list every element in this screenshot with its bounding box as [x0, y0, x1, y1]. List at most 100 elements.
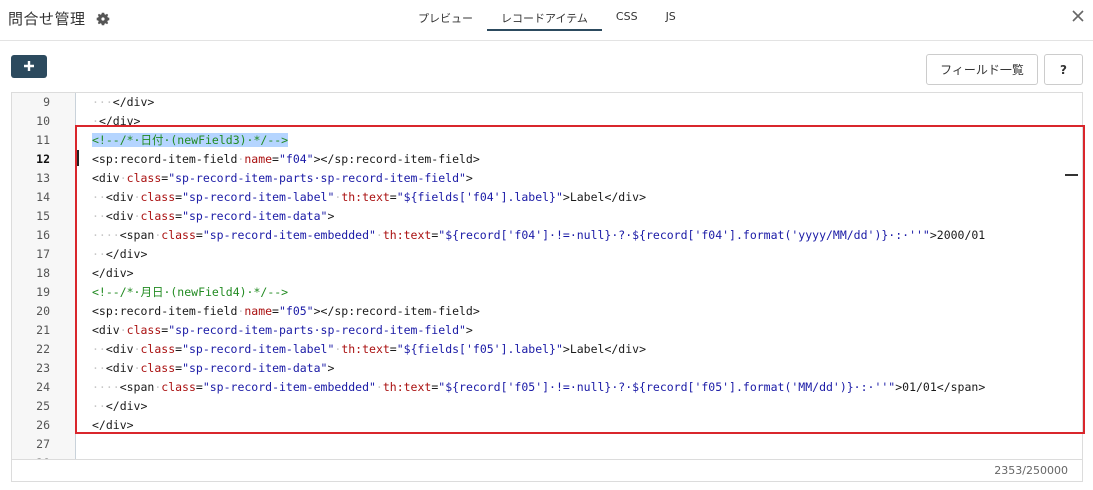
code-token: · — [92, 114, 99, 128]
code-line: ····<span · class="sp-record-item-embedded… — [92, 378, 985, 397]
code-token: "sp-record-item-embedded" — [202, 228, 376, 242]
code-token: <!--/*·日付·(newField3)·*/--> — [92, 133, 289, 147]
code-token: "${fields['f04'].label}" — [396, 190, 563, 204]
header-bar: 問合せ管理 プレビュー レコードアイテム CSS JS — [0, 0, 1093, 41]
code-token: · — [133, 342, 141, 356]
code-token: ··· — [92, 95, 113, 109]
code-token: >2000/01 — [929, 228, 986, 242]
code-line: <sp:record-item-field·name="f05"></sp:re… — [92, 302, 480, 321]
code-token: ·· — [92, 342, 106, 356]
code-area[interactable]: ···</div> ·</div> <!--/*·日付·(newField3)·*/… — [77, 93, 1082, 459]
code-token: </div> — [105, 247, 148, 261]
code-line: ··</div> — [92, 397, 147, 416]
line-number: 25 — [36, 399, 50, 413]
code-token: <span — [119, 380, 155, 394]
code-token: name — [244, 152, 273, 166]
line-number: 10 — [36, 114, 50, 128]
code-line: <!--/*·月日·(newField4)·*/--> — [92, 283, 288, 302]
code-token: = — [389, 342, 397, 356]
code-token: = — [272, 304, 279, 318]
code-token: ·· — [92, 190, 106, 204]
code-token: >Label</div> — [562, 190, 646, 204]
code-token: th:text — [341, 342, 390, 356]
code-line: ·</div> — [92, 112, 140, 131]
code-token: "sp-record-item-data" — [182, 209, 328, 223]
code-token: "${record['f05']·!=·null}·?·${record['f0… — [438, 380, 896, 394]
close-icon[interactable] — [1071, 9, 1085, 23]
line-number: 14 — [36, 190, 50, 204]
code-token: th:text — [382, 380, 432, 394]
plus-icon — [24, 61, 34, 71]
add-button[interactable] — [11, 55, 47, 78]
code-token: "sp-record-item-label" — [182, 342, 335, 356]
code-token: > — [465, 323, 473, 337]
line-number: 9 — [43, 95, 50, 109]
scroll-marker — [1065, 174, 1078, 176]
code-token: </div> — [92, 266, 134, 280]
line-number: 15 — [36, 209, 50, 223]
code-token: > — [327, 209, 335, 223]
code-line: ···</div> — [92, 93, 154, 112]
line-number: 17 — [36, 247, 50, 261]
code-token: ···· — [92, 380, 120, 394]
code-token: >01/01</span> — [895, 380, 986, 394]
code-token: class — [161, 380, 196, 394]
code-token: = — [195, 228, 203, 242]
code-line: <sp:record-item-field·name="f04"></sp:re… — [92, 150, 480, 169]
page-title: 問合せ管理 — [8, 10, 86, 28]
code-token: "sp-record-item-embedded" — [202, 380, 376, 394]
line-number: 23 — [36, 361, 50, 375]
line-number: 20 — [36, 304, 50, 318]
code-token: <sp:record-item-field — [92, 152, 238, 166]
char-count: 2353/250000 — [994, 464, 1068, 477]
code-token: class — [140, 190, 176, 204]
code-line: ··<div·class="sp-record-item-data"> — [92, 207, 334, 226]
code-token: ···· — [92, 228, 120, 242]
code-line: ··<div·class="sp-record-item-label"·th:t… — [92, 188, 646, 207]
help-button[interactable]: ? — [1044, 54, 1083, 85]
line-number: 24 — [36, 380, 50, 394]
code-token: <div — [105, 209, 134, 223]
code-token: · — [375, 228, 383, 242]
tab-0[interactable]: プレビュー — [404, 0, 487, 31]
code-token: = — [389, 190, 397, 204]
code-token: · — [133, 361, 141, 375]
code-token: class — [126, 171, 162, 185]
tab-bar: プレビュー レコードアイテム CSS JS — [404, 0, 690, 41]
code-token: <!--/*·月日·(newField4)·*/--> — [92, 285, 289, 299]
code-line: <!--/*·日付·(newField3)·*/--> — [92, 131, 289, 150]
code-token: "${fields['f05'].label}" — [396, 342, 563, 356]
code-token: <div — [105, 190, 134, 204]
status-bar: 2353/250000 — [11, 460, 1083, 482]
line-number-gutter: 910111213141516171819202122232425262728 — [12, 93, 76, 459]
tab-2[interactable]: CSS — [602, 0, 652, 31]
field-list-button[interactable]: フィールド一覧 — [926, 54, 1038, 85]
code-token: > — [465, 171, 473, 185]
code-token: class — [161, 228, 196, 242]
line-number: 19 — [36, 285, 50, 299]
line-number: 27 — [36, 437, 50, 451]
code-token: name — [244, 304, 273, 318]
line-number: 21 — [36, 323, 50, 337]
code-token: ·· — [92, 209, 106, 223]
tab-3[interactable]: JS — [652, 0, 690, 31]
code-token: · — [119, 171, 127, 185]
code-token: · — [119, 323, 127, 337]
text-cursor — [77, 150, 79, 166]
code-token: th:text — [382, 228, 432, 242]
code-token: <sp:record-item-field — [92, 304, 238, 318]
line-number: 11 — [36, 133, 50, 147]
code-token: class — [140, 361, 176, 375]
line-number: 13 — [36, 171, 50, 185]
code-token: class — [140, 342, 176, 356]
code-editor[interactable]: 910111213141516171819202122232425262728 … — [11, 92, 1083, 460]
code-token: · — [133, 190, 141, 204]
code-token: </div> — [112, 95, 155, 109]
code-token: "f05" — [278, 304, 314, 318]
gear-icon[interactable] — [95, 11, 111, 27]
code-token: "sp-record-item-data" — [182, 361, 328, 375]
code-token: "f04" — [278, 152, 314, 166]
tab-1[interactable]: レコードアイテム — [487, 0, 602, 31]
code-line: </div> — [92, 264, 134, 283]
code-line: </div> — [92, 416, 134, 435]
